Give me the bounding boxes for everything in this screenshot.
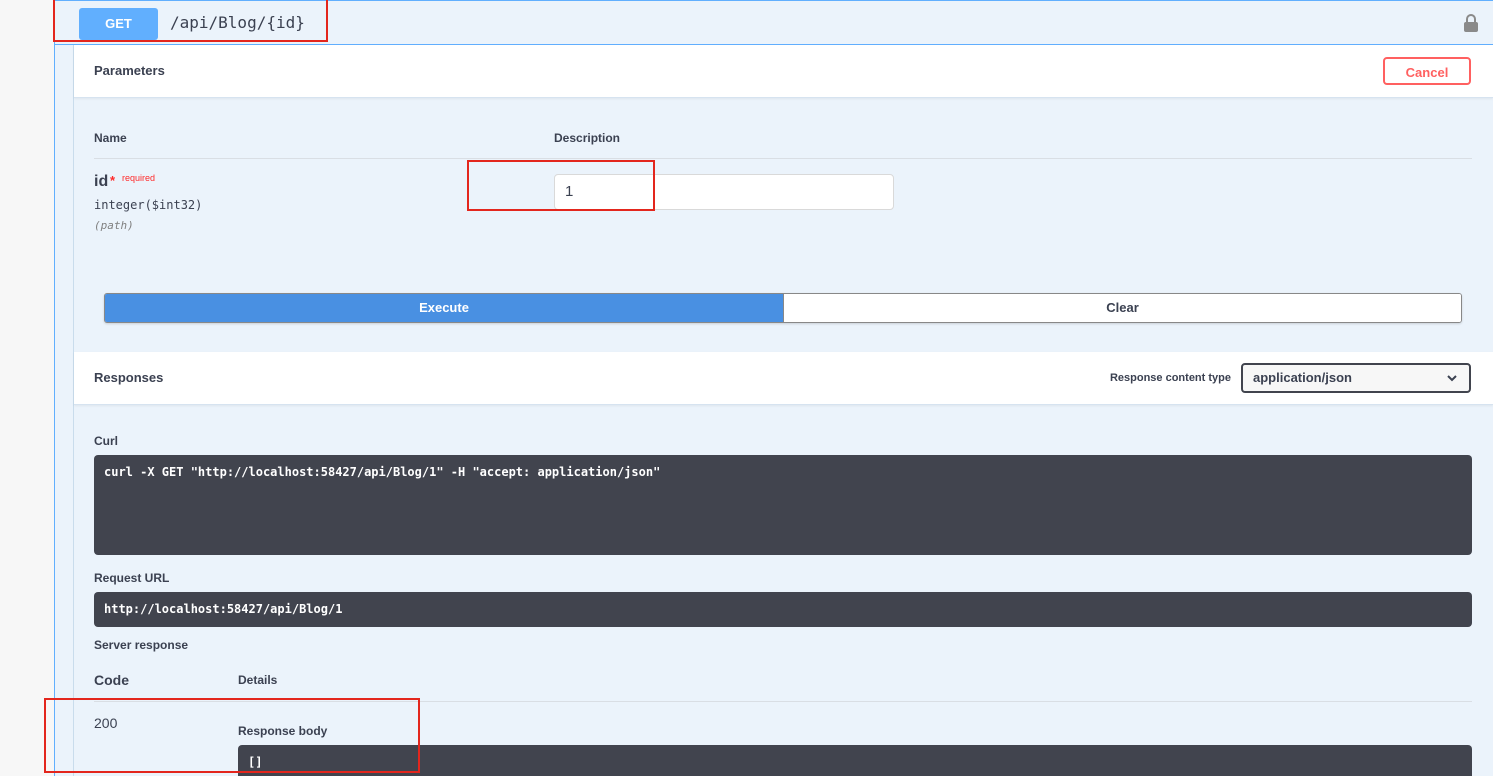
annotation-box — [53, 0, 328, 42]
response-body-code[interactable]: [] — [238, 745, 1472, 776]
column-details: Details — [238, 673, 278, 687]
divider — [94, 158, 1472, 159]
column-code: Code — [94, 672, 129, 688]
cancel-button[interactable]: Cancel — [1383, 57, 1471, 85]
request-url-code[interactable]: http://localhost:58427/api/Blog/1 — [94, 592, 1472, 627]
curl-code[interactable]: curl -X GET "http://localhost:58427/api/… — [94, 455, 1472, 555]
curl-label: Curl — [94, 434, 118, 448]
param-location: (path) — [94, 219, 134, 232]
content-type-select[interactable]: application/json — [1241, 363, 1471, 393]
parameters-header: Parameters Cancel — [74, 45, 1493, 98]
responses-header: Responses Response content type applicat… — [74, 352, 1493, 405]
content-type-value: application/json — [1253, 370, 1352, 385]
responses-title: Responses — [94, 370, 164, 385]
chevron-down-icon — [1447, 375, 1457, 382]
execute-button[interactable]: Execute — [105, 294, 783, 322]
param-name: id — [94, 173, 109, 190]
required-star: * — [110, 173, 116, 188]
content-type-label: Response content type — [1109, 372, 1231, 384]
lock-icon[interactable] — [1463, 13, 1479, 33]
column-description: Description — [554, 131, 621, 145]
action-buttons: Execute Clear — [104, 293, 1462, 323]
server-response-label: Server response — [94, 638, 189, 652]
operation-block: GET /api/Blog/{id} Parameters Cancel Nam… — [54, 0, 1493, 776]
required-label: required — [122, 173, 156, 183]
annotation-box — [44, 698, 420, 773]
column-name: Name — [94, 131, 127, 145]
clear-button[interactable]: Clear — [783, 294, 1461, 322]
parameters-title: Parameters — [94, 63, 165, 78]
operation-body: Parameters Cancel Name Description id * … — [73, 45, 1493, 776]
annotation-box — [467, 160, 655, 211]
param-type: integer($int32) — [94, 198, 203, 212]
request-url-label: Request URL — [94, 571, 170, 585]
